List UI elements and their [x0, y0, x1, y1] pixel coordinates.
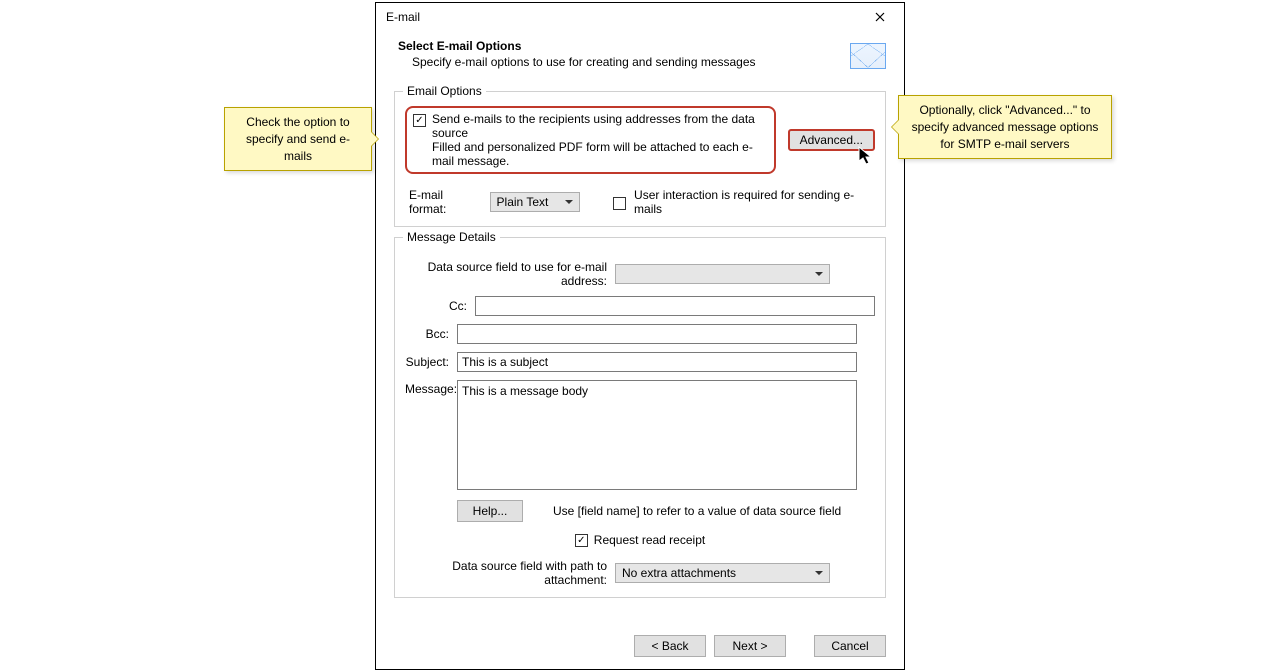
callout-right-text: Optionally, click "Advanced..." to speci…	[912, 103, 1099, 151]
email-format-label: E-mail format:	[409, 188, 482, 216]
back-button[interactable]: < Back	[634, 635, 706, 657]
message-details-title: Message Details	[403, 230, 500, 244]
dialog-header: Select E-mail Options Specify e-mail opt…	[376, 31, 904, 81]
read-receipt-label: Request read receipt	[594, 533, 705, 547]
subject-label: Subject:	[405, 355, 457, 369]
email-format-select[interactable]: Plain Text	[490, 192, 580, 212]
message-label: Message:	[405, 380, 457, 396]
email-options-group: Email Options Send e-mails to the recipi…	[394, 91, 886, 227]
data-field-select[interactable]	[615, 264, 830, 284]
attachment-label: Data source field with path to attachmen…	[405, 559, 615, 587]
callout-right: Optionally, click "Advanced..." to speci…	[898, 95, 1112, 159]
data-field-label: Data source field to use for e-mail addr…	[405, 260, 615, 288]
header-title: Select E-mail Options	[398, 39, 850, 53]
send-emails-label: Send e-mails to the recipients using add…	[432, 112, 768, 140]
message-textarea[interactable]	[457, 380, 857, 490]
header-subtitle: Specify e-mail options to use for creati…	[398, 55, 850, 69]
read-receipt-checkbox[interactable]	[575, 534, 588, 547]
user-interaction-label: User interaction is required for sending…	[634, 188, 875, 216]
attachment-value: No extra attachments	[622, 566, 736, 580]
next-button[interactable]: Next >	[714, 635, 786, 657]
cancel-button[interactable]: Cancel	[814, 635, 886, 657]
help-hint: Use [field name] to refer to a value of …	[553, 504, 841, 518]
cursor-icon	[858, 146, 876, 166]
cc-input[interactable]	[475, 296, 875, 316]
help-button[interactable]: Help...	[457, 500, 523, 522]
email-format-value: Plain Text	[497, 195, 549, 209]
titlebar: E-mail	[376, 3, 904, 31]
email-options-title: Email Options	[403, 84, 486, 98]
bcc-input[interactable]	[457, 324, 857, 344]
cc-label: Cc:	[423, 299, 475, 313]
user-interaction-checkbox[interactable]	[613, 197, 626, 210]
mail-icon	[850, 43, 886, 69]
attachment-select[interactable]: No extra attachments	[615, 563, 830, 583]
message-details-group: Message Details Data source field to use…	[394, 237, 886, 598]
close-icon	[875, 12, 885, 22]
email-dialog: E-mail Select E-mail Options Specify e-m…	[375, 2, 905, 670]
window-title: E-mail	[386, 10, 864, 24]
dialog-footer: < Back Next > Cancel	[376, 625, 904, 669]
close-button[interactable]	[864, 5, 896, 29]
subject-input[interactable]	[457, 352, 857, 372]
callout-left: Check the option to specify and send e-m…	[224, 107, 372, 171]
bcc-label: Bcc:	[405, 327, 457, 341]
callout-left-text: Check the option to specify and send e-m…	[246, 115, 350, 163]
send-emails-sublabel: Filled and personalized PDF form will be…	[413, 140, 768, 168]
send-option-highlight: Send e-mails to the recipients using add…	[405, 106, 776, 174]
send-emails-checkbox[interactable]	[413, 114, 426, 127]
